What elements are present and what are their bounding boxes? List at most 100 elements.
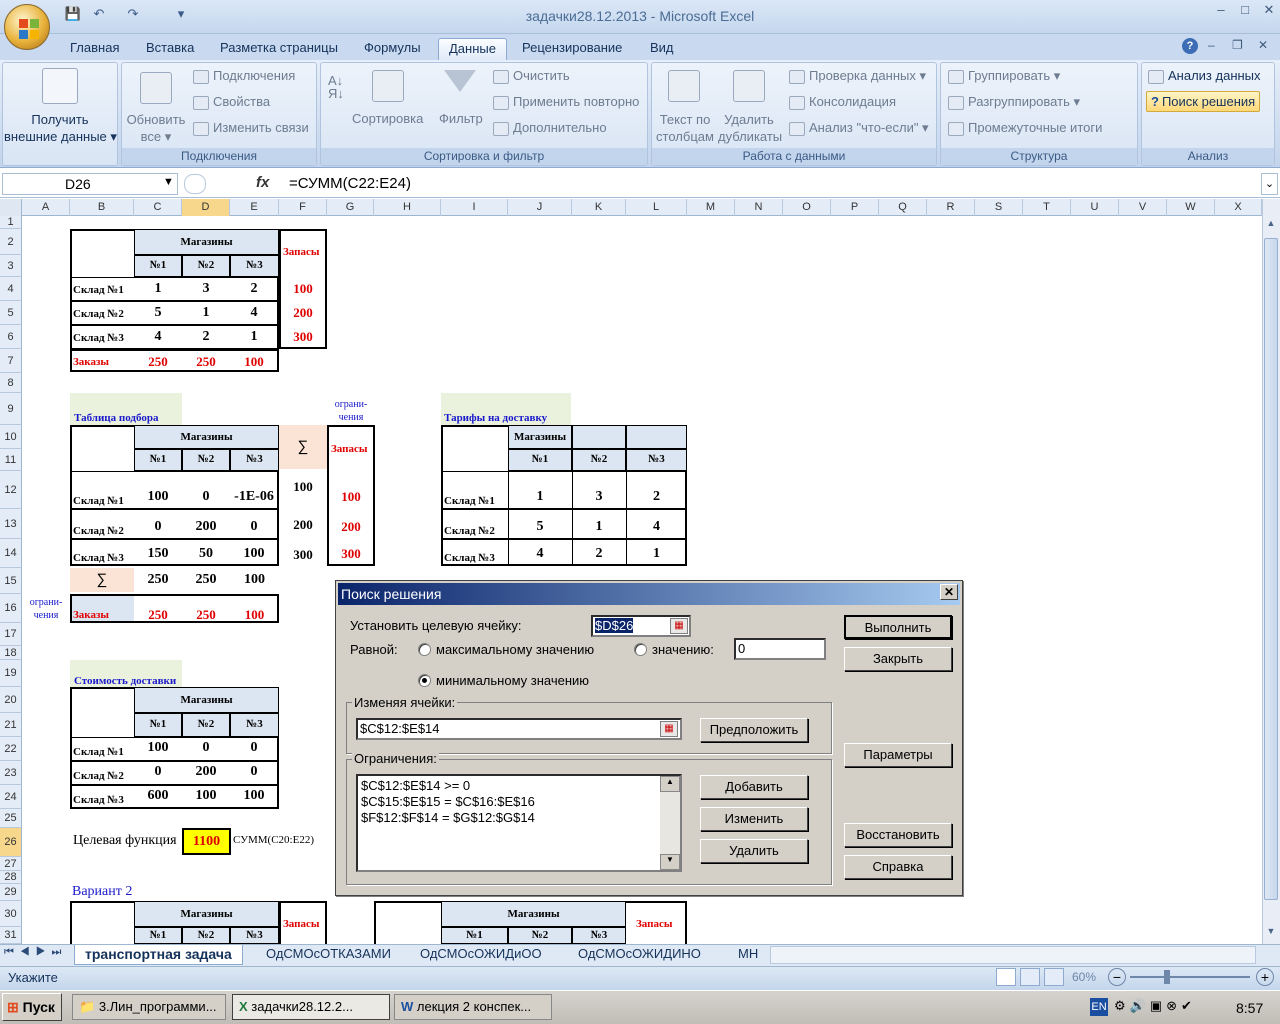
- row-header-10[interactable]: 10: [0, 425, 22, 449]
- solver-button[interactable]: ? Поиск решения: [1146, 91, 1261, 112]
- edit-links-button[interactable]: Изменить связи: [193, 120, 309, 136]
- row-header-6[interactable]: 6: [0, 325, 22, 349]
- page-break-view-icon[interactable]: [1044, 968, 1064, 986]
- row-header-7[interactable]: 7: [0, 349, 22, 373]
- subtotal-button[interactable]: Промежуточные итоги: [948, 120, 1102, 136]
- solve-button[interactable]: Выполнить: [844, 615, 952, 639]
- row-header-28[interactable]: 28: [0, 871, 22, 884]
- column-header-A[interactable]: A: [22, 199, 70, 216]
- sheet-tab[interactable]: ОдСМОсОЖИДиОО: [410, 945, 552, 965]
- sheet-tab[interactable]: транспортная задача: [74, 945, 243, 965]
- column-header-X[interactable]: X: [1215, 199, 1262, 216]
- properties-button[interactable]: Свойства: [193, 94, 270, 110]
- row-header-26[interactable]: 26: [0, 828, 22, 857]
- close-window-button[interactable]: ✕: [1258, 2, 1280, 20]
- row-header-27[interactable]: 27: [0, 857, 22, 871]
- insert-function-icon[interactable]: fx: [256, 174, 269, 191]
- constraint-item[interactable]: $C$12:$E$14 >= 0: [361, 778, 677, 794]
- connections-button[interactable]: Подключения: [193, 68, 295, 84]
- column-header-W[interactable]: W: [1167, 199, 1215, 216]
- column-header-S[interactable]: S: [975, 199, 1023, 216]
- row-header-5[interactable]: 5: [0, 301, 22, 325]
- remove-duplicates-button[interactable]: Удалить дубликаты: [718, 111, 782, 145]
- column-header-G[interactable]: G: [327, 199, 374, 216]
- column-header-I[interactable]: I: [441, 199, 508, 216]
- column-header-Q[interactable]: Q: [879, 199, 927, 216]
- sheet-tab[interactable]: ОдСМОсОЖИДИНО: [568, 945, 711, 965]
- radio-value[interactable]: [634, 643, 647, 656]
- expand-handle-icon[interactable]: [184, 174, 206, 194]
- row-header-1[interactable]: 1: [0, 216, 22, 229]
- column-header-T[interactable]: T: [1023, 199, 1071, 216]
- options-button[interactable]: Параметры: [844, 743, 952, 767]
- office-button[interactable]: [4, 4, 50, 50]
- sort-az-icon[interactable]: А↓ Я↓: [328, 74, 344, 100]
- task-item-3[interactable]: W лекция 2 конспек...: [394, 994, 552, 1020]
- objective-cell[interactable]: 1100: [182, 828, 231, 855]
- column-header-P[interactable]: P: [831, 199, 879, 216]
- data-analysis-button[interactable]: Анализ данных: [1148, 68, 1261, 84]
- constraint-item[interactable]: $F$12:$F$14 = $G$12:$G$14: [361, 810, 677, 826]
- column-header-H[interactable]: H: [374, 199, 441, 216]
- row-header-17[interactable]: 17: [0, 623, 22, 646]
- row-header-18[interactable]: 18: [0, 646, 22, 660]
- reapply-button[interactable]: Применить повторно: [493, 94, 639, 110]
- tab-review[interactable]: Рецензирование: [512, 38, 632, 60]
- row-header-4[interactable]: 4: [0, 277, 22, 301]
- help-button[interactable]: Справка: [844, 855, 952, 879]
- reset-all-button[interactable]: Восстановить: [844, 823, 952, 847]
- value-of-input[interactable]: 0: [734, 638, 826, 660]
- row-header-24[interactable]: 24: [0, 785, 22, 809]
- row-header-29[interactable]: 29: [0, 884, 22, 901]
- constraints-scrollbar[interactable]: ▲ ▼: [660, 776, 680, 870]
- row-header-2[interactable]: 2: [0, 229, 22, 255]
- column-header-F[interactable]: F: [279, 199, 327, 216]
- row-header-12[interactable]: 12: [0, 471, 22, 509]
- row-header-21[interactable]: 21: [0, 713, 22, 737]
- expand-formula-icon[interactable]: ⌄: [1261, 173, 1278, 195]
- tab-data[interactable]: Данные: [438, 38, 507, 60]
- zoom-in-icon[interactable]: +: [1256, 968, 1274, 986]
- delete-constraint-button[interactable]: Удалить: [700, 839, 808, 863]
- advanced-button[interactable]: Дополнительно: [493, 120, 607, 136]
- scroll-up-icon[interactable]: ▲: [1264, 218, 1278, 232]
- name-box-dropdown-icon[interactable]: ▼: [163, 176, 174, 188]
- row-header-13[interactable]: 13: [0, 509, 22, 539]
- row-header-16[interactable]: 16: [0, 594, 22, 623]
- column-header-U[interactable]: U: [1071, 199, 1119, 216]
- tab-page-layout[interactable]: Разметка страницы: [210, 38, 348, 60]
- ribbon-restore-icon[interactable]: ❐: [1232, 38, 1243, 52]
- row-header-3[interactable]: 3: [0, 255, 22, 277]
- column-header-J[interactable]: J: [508, 199, 572, 216]
- help-icon[interactable]: ?: [1182, 38, 1198, 54]
- column-header-M[interactable]: M: [687, 199, 735, 216]
- zoom-level[interactable]: 60%: [1072, 970, 1096, 984]
- data-validation-button[interactable]: Проверка данных ▾: [789, 68, 926, 84]
- sheet-nav-icons[interactable]: ⏮◀▶⏭: [4, 946, 67, 959]
- start-button[interactable]: ⊞ Пуск: [2, 993, 62, 1021]
- row-header-8[interactable]: 8: [0, 373, 22, 393]
- clear-button[interactable]: Очистить: [493, 68, 570, 84]
- row-header-9[interactable]: 9: [0, 393, 22, 425]
- close-button[interactable]: Закрыть: [844, 647, 952, 671]
- row-header-11[interactable]: 11: [0, 449, 22, 471]
- consolidate-button[interactable]: Консолидация: [789, 94, 896, 110]
- tab-formulas[interactable]: Формулы: [354, 38, 431, 60]
- column-header-K[interactable]: K: [572, 199, 626, 216]
- minimize-button[interactable]: –: [1210, 2, 1232, 20]
- zoom-slider[interactable]: [1130, 976, 1250, 978]
- horizontal-scrollbar[interactable]: [770, 946, 1256, 964]
- maximize-button[interactable]: □: [1234, 2, 1256, 20]
- ungroup-button[interactable]: Разгруппировать ▾: [948, 94, 1080, 110]
- changing-cells-input[interactable]: $C$12:$E$14: [356, 718, 682, 740]
- zoom-out-icon[interactable]: −: [1108, 968, 1126, 986]
- refresh-all-button[interactable]: Обновить все ▾: [124, 111, 188, 145]
- guess-button[interactable]: Предположить: [700, 718, 808, 742]
- name-box[interactable]: D26: [2, 173, 178, 195]
- sheet-tab[interactable]: ОдСМОсОТКАЗАМИ: [256, 945, 401, 965]
- normal-view-icon[interactable]: [996, 968, 1016, 986]
- tab-home[interactable]: Главная: [60, 38, 129, 60]
- column-header-B[interactable]: B: [70, 199, 134, 216]
- row-header-15[interactable]: 15: [0, 568, 22, 594]
- formula-input[interactable]: =СУММ(C22:E24): [289, 175, 411, 192]
